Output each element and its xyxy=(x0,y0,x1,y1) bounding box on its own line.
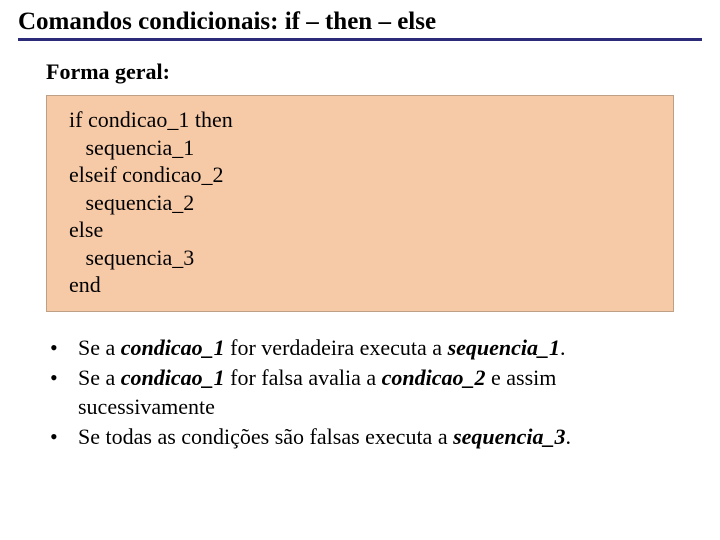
slide-title: Comandos condicionais: if – then – else xyxy=(18,8,702,36)
code-line: end xyxy=(69,271,651,299)
text: for falsa avalia a xyxy=(225,365,382,390)
emphasis: sequencia_3 xyxy=(453,424,565,449)
code-line: sequencia_3 xyxy=(69,244,651,272)
text-continuation: sucessivamente xyxy=(78,393,682,422)
code-line: elseif condicao_2 xyxy=(69,161,651,189)
text: Se a xyxy=(78,335,121,360)
text: Se todas as condições são falsas executa… xyxy=(78,424,453,449)
text: Se a xyxy=(78,365,121,390)
text: for verdadeira executa a xyxy=(225,335,448,360)
code-line: sequencia_2 xyxy=(69,189,651,217)
text: e assim xyxy=(486,365,557,390)
emphasis: condicao_2 xyxy=(382,365,486,390)
list-item: Se a condicao_1 for verdadeira executa a… xyxy=(44,334,682,363)
text: . xyxy=(566,424,572,449)
emphasis: condicao_1 xyxy=(121,335,225,360)
list-item: Se a condicao_1 for falsa avalia a condi… xyxy=(44,364,682,421)
slide: Comandos condicionais: if – then – else … xyxy=(0,0,720,452)
text: . xyxy=(560,335,566,360)
code-line: else xyxy=(69,216,651,244)
emphasis: condicao_1 xyxy=(121,365,225,390)
section-subtitle: Forma geral: xyxy=(46,59,702,85)
bullet-list: Se a condicao_1 for verdadeira executa a… xyxy=(44,334,682,452)
code-line: if condicao_1 then xyxy=(69,106,651,134)
emphasis: sequencia_1 xyxy=(448,335,560,360)
list-item: Se todas as condições são falsas executa… xyxy=(44,423,682,452)
code-line: sequencia_1 xyxy=(69,134,651,162)
code-box: if condicao_1 then sequencia_1 elseif co… xyxy=(46,95,674,312)
title-underline xyxy=(18,38,702,41)
